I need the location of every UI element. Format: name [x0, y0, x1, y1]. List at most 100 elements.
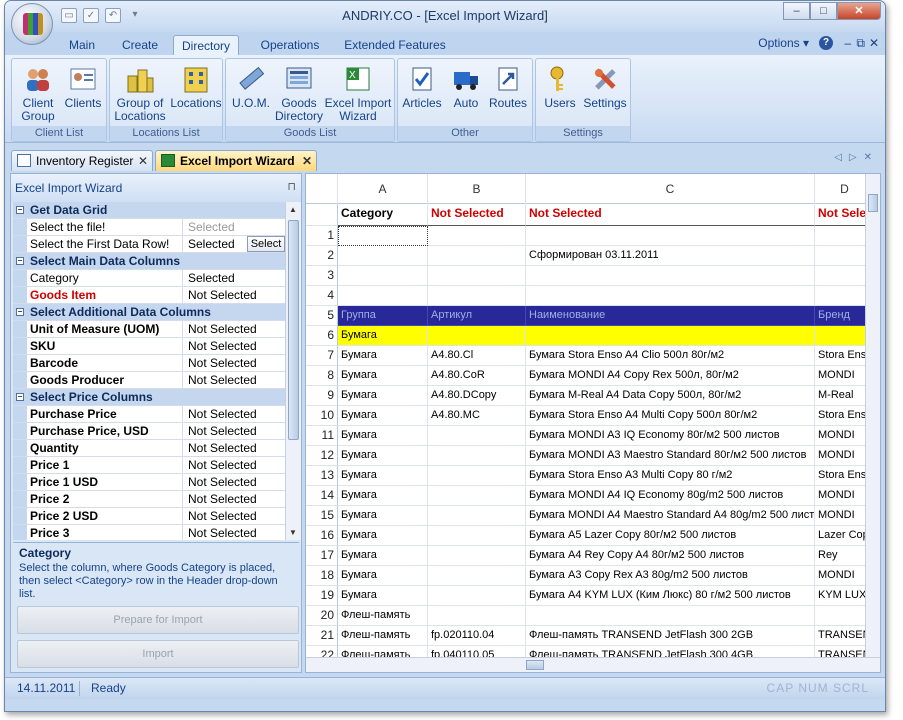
property-value[interactable]: Not Selected [185, 338, 285, 354]
vscroll-thumb[interactable] [868, 194, 878, 212]
maximize-button[interactable]: □ [810, 2, 837, 20]
tab-create[interactable]: Create [115, 35, 165, 56]
sheet-cell[interactable]: Сформирован 03.11.2011 [526, 246, 815, 266]
excel-import-wizard-button[interactable]: X Excel Import Wizard [324, 64, 392, 123]
sheet-cell[interactable]: A4.80.Cl [428, 346, 526, 366]
property-value[interactable]: Selected [185, 270, 285, 286]
auto-button[interactable]: Auto [446, 64, 486, 110]
sheet-cell[interactable] [815, 266, 866, 286]
sheet-cell[interactable] [815, 326, 866, 346]
property-grid-scrollbar[interactable]: ▲ ▼ [285, 202, 301, 540]
sheet-cell[interactable]: MONDI [815, 366, 866, 386]
property-value[interactable]: Not Selected [185, 457, 285, 473]
sheet-cell[interactable]: Бумага [338, 506, 428, 526]
sheet-cell[interactable]: Бумага [338, 426, 428, 446]
sheet-cell[interactable]: Бренд [815, 306, 866, 326]
sheet-cell[interactable] [815, 246, 866, 266]
sheet-cell[interactable]: Бумага MONDI A4 IQ Economy 80g/m2 500 ли… [526, 486, 815, 506]
row-number[interactable]: 4 [306, 286, 338, 306]
grid-property-row[interactable]: Unit of Measure (UOM) Not Selected [13, 321, 285, 338]
row-number[interactable]: 17 [306, 546, 338, 566]
tab-extended-features[interactable]: Extended Features [339, 35, 451, 56]
sheet-cell[interactable]: Stora Enso [815, 466, 866, 486]
sheet-cell[interactable]: Бумага [338, 326, 428, 346]
sheet-cell[interactable] [815, 286, 866, 306]
minimize-button[interactable]: – [783, 2, 810, 20]
row-number[interactable]: 9 [306, 386, 338, 406]
grid-property-row[interactable]: Price 1 USD Not Selected [13, 474, 285, 491]
row-number[interactable]: 2 [306, 246, 338, 266]
sheet-cell[interactable]: Бумага MONDI A4 Copy Rex 500л, 80г/м2 [526, 366, 815, 386]
sheet-cell[interactable]: Rey [815, 546, 866, 566]
mdi-close-button[interactable]: ✕ [869, 36, 879, 50]
sheet-cell[interactable]: M-Real [815, 386, 866, 406]
tab-excel-import-wizard[interactable]: Excel Import Wizard ✕ [155, 150, 317, 171]
sheet-cell[interactable]: Бумага [338, 446, 428, 466]
sheet-cell[interactable] [338, 226, 428, 246]
spreadsheet-vscroll[interactable] [865, 174, 880, 658]
help-icon[interactable]: ? [819, 36, 833, 50]
row-number[interactable]: 18 [306, 566, 338, 586]
client-group-button[interactable]: Client Group [16, 64, 60, 123]
sheet-cell[interactable]: Бумага MONDI A3 Maestro Standard 80г/м2 … [526, 446, 815, 466]
column-mapping-dropdown[interactable]: Not Selected [815, 204, 866, 226]
app-menu-button[interactable] [11, 3, 53, 45]
sheet-cell[interactable]: Бумага [338, 346, 428, 366]
sheet-cell[interactable]: Бумага [338, 366, 428, 386]
options-menu[interactable]: Options ▾ [758, 36, 809, 50]
column-letter[interactable]: C [526, 174, 815, 204]
row-number[interactable]: 7 [306, 346, 338, 366]
sheet-cell[interactable]: Бумага A5 Lazer Copy 80г/м2 500 листов [526, 526, 815, 546]
property-value[interactable]: Not Selected [185, 474, 285, 490]
sheet-cell[interactable]: Бумага [338, 386, 428, 406]
sheet-cell[interactable] [338, 266, 428, 286]
row-number[interactable]: 6 [306, 326, 338, 346]
sheet-cell[interactable] [428, 446, 526, 466]
tab-main[interactable]: Main [57, 35, 107, 56]
sheet-cell[interactable] [428, 286, 526, 306]
sheet-cell[interactable]: fp.020110.04 [428, 626, 526, 646]
sheet-cell[interactable] [428, 466, 526, 486]
sheet-cell[interactable] [338, 246, 428, 266]
grid-property-row[interactable]: Price 2 Not Selected [13, 491, 285, 508]
sheet-cell[interactable] [526, 286, 815, 306]
sheet-cell[interactable] [428, 506, 526, 526]
sheet-cell[interactable]: TRANSEND [815, 626, 866, 646]
sheet-cell[interactable]: A4.80.MC [428, 406, 526, 426]
row-number[interactable]: 8 [306, 366, 338, 386]
sheet-cell[interactable]: Lazer Copy [815, 526, 866, 546]
property-value[interactable]: Not Selected [185, 406, 285, 422]
group-of-locations-button[interactable]: Group of Locations [112, 64, 168, 123]
grid-property-row[interactable]: Price 2 USD Not Selected [13, 508, 285, 525]
sheet-cell[interactable]: MONDI [815, 426, 866, 446]
tab-directory[interactable]: Directory [173, 35, 239, 56]
grid-property-row[interactable]: Price 1 Not Selected [13, 457, 285, 474]
row-number[interactable]: 14 [306, 486, 338, 506]
row-number[interactable]: 16 [306, 526, 338, 546]
grid-property-row[interactable]: Purchase Price Not Selected [13, 406, 285, 423]
sheet-cell[interactable]: MONDI [815, 566, 866, 586]
row-number[interactable]: 3 [306, 266, 338, 286]
tab-operations[interactable]: Operations [249, 35, 331, 56]
row-number[interactable]: 19 [306, 586, 338, 606]
property-value[interactable]: Selected [185, 219, 285, 235]
scroll-thumb[interactable] [288, 220, 299, 440]
sheet-cell[interactable]: Бумага Stora Enso A4 Multi Copy 500л 80г… [526, 406, 815, 426]
sheet-cell[interactable]: Бумага [338, 526, 428, 546]
column-letter[interactable]: D [815, 174, 866, 204]
import-button[interactable]: Import [17, 640, 299, 668]
sheet-cell[interactable]: Бумага Stora Enso A3 Multi Copy 80 г/м2 [526, 466, 815, 486]
tab-navigation[interactable]: ◁▷✕ [834, 152, 879, 163]
sheet-cell[interactable]: Бумага A4 Rey Copy A4 80г/м2 500 листов [526, 546, 815, 566]
row-number[interactable]: 11 [306, 426, 338, 446]
sheet-cell[interactable]: Stora Enso [815, 346, 866, 366]
property-value[interactable]: Not Selected [185, 287, 285, 303]
sheet-cell[interactable]: Бумага MONDI A3 IQ Economy 80г/м2 500 ли… [526, 426, 815, 446]
sheet-cell[interactable] [338, 286, 428, 306]
sheet-cell[interactable] [428, 326, 526, 346]
sheet-cell[interactable]: Бумага [338, 586, 428, 606]
sheet-cell[interactable]: A4.80.DCopy [428, 386, 526, 406]
articles-button[interactable]: Articles [400, 64, 444, 110]
sheet-cell[interactable]: Бумага M-Real A4 Data Copy 500л, 80г/м2 [526, 386, 815, 406]
collapse-icon[interactable]: − [13, 202, 27, 218]
